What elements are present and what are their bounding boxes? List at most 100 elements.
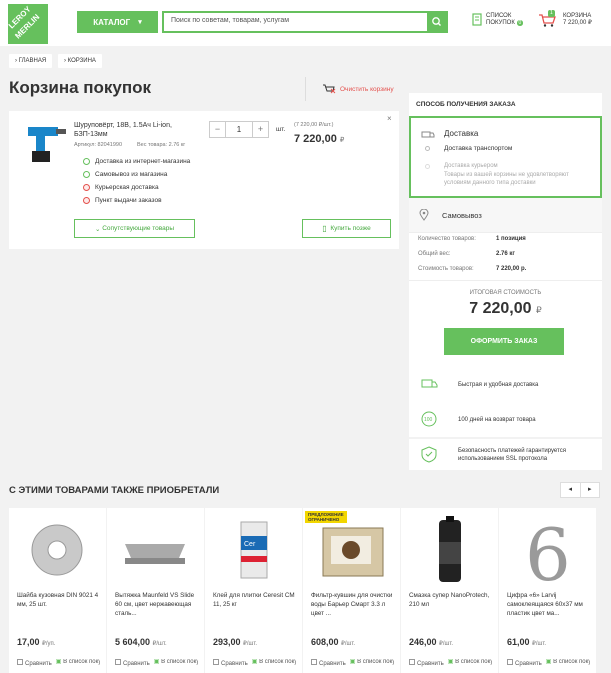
quantity-input[interactable]: 1 <box>226 122 252 137</box>
list-icon: ▣ <box>55 659 62 665</box>
cart-count-badge: 1 <box>548 10 555 17</box>
list-icon: ▣ <box>153 659 160 665</box>
product-name[interactable]: Фильтр-кувшин для очистки воды Барьер См… <box>311 591 395 618</box>
buy-later-button[interactable]: ▯ Купить позже <box>302 219 391 238</box>
header: LEROY MERLIN КАТАЛОГ ▾ Поиск по советам,… <box>0 0 611 46</box>
clipboard-icon: ▯ <box>322 224 327 233</box>
cart-item: Шуруповёрт, 18В, 1.5Ач Li-ion, БЗП-13мм … <box>9 111 399 249</box>
delivery-option[interactable]: Доставка Доставка транспортом Доставка к… <box>409 116 602 198</box>
cart-clear-icon <box>323 84 336 94</box>
compare-checkbox[interactable]: Сравнить <box>17 659 52 667</box>
svg-text:100: 100 <box>424 417 433 423</box>
svg-text:Cer: Cer <box>244 541 256 548</box>
page-title: Корзина покупок <box>9 78 152 97</box>
product-name[interactable]: Цифра «6» Larvij самоклеящаяся 60х37 мм … <box>507 591 591 618</box>
related-products-button[interactable]: ⌄ Сопутствующие товары <box>74 219 195 238</box>
check-icon <box>83 171 90 178</box>
list-icon: ▣ <box>349 659 356 665</box>
clear-cart-button[interactable]: Очистить корзину <box>322 84 394 94</box>
divider <box>305 77 306 101</box>
availability-item: Пункт выдачи заказов <box>83 197 162 204</box>
chevron-right-icon: › <box>15 58 17 64</box>
benefit-item: Быстрая и удобная доставка <box>409 369 602 400</box>
pickup-option[interactable]: Самовывоз <box>409 198 602 233</box>
product-price: 293,00 ₽/шт. <box>213 637 258 647</box>
product-name[interactable]: Вытяжка Maunfeld VS Slide 60 см, цвет не… <box>115 591 199 618</box>
recommendations-heading: С ЭТИМИ ТОВАРАМИ ТАКЖЕ ПРИОБРЕТАЛИ <box>9 485 220 496</box>
product-card[interactable]: Cer Клей для плитки Ceresit CM 11, 25 кг 2… <box>205 508 302 673</box>
compare-checkbox[interactable]: Сравнить <box>213 659 248 667</box>
increase-button[interactable]: + <box>252 122 268 137</box>
product-price: 608,00 ₽/шт. <box>311 637 356 647</box>
product-card[interactable]: Шайба кузовная DIN 9021 4 мм, 25 шт. 17,0… <box>9 508 106 673</box>
minus-icon <box>83 197 90 204</box>
add-to-list-button[interactable]: ▣ В список покупок <box>448 659 492 667</box>
minus-icon <box>83 184 90 191</box>
add-to-list-button[interactable]: ▣ В список покупок <box>546 659 590 667</box>
check-icon <box>83 158 90 165</box>
catalog-button[interactable]: КАТАЛОГ ▾ <box>77 11 158 33</box>
summary-row: Стоимость товаров: 7 220,00 р. <box>418 266 527 272</box>
shield-icon <box>421 446 437 463</box>
summary-row: Общий вес: 2.76 кг <box>418 251 515 257</box>
chevron-right-icon: › <box>64 58 66 64</box>
compare-checkbox[interactable]: Сравнить <box>507 659 542 667</box>
product-price: 246,00 ₽/шт. <box>409 637 454 647</box>
product-name[interactable]: Шуруповёрт, 18В, 1.5Ач Li-ion, БЗП-13мм <box>74 121 194 139</box>
list-count-badge: 0 <box>516 20 524 26</box>
checkout-button[interactable]: ОФОРМИТЬ ЗАКАЗ <box>444 328 564 355</box>
location-pin-icon <box>419 209 429 221</box>
product-name[interactable]: Смазка супер NanoProtech, 210 мл <box>409 591 493 609</box>
compare-checkbox[interactable]: Сравнить <box>409 659 444 667</box>
product-card[interactable]: ПРЕДЛОЖЕНИЕ ОГРАНИЧЕНО Фильтр-кувшин для о… <box>303 508 400 673</box>
product-name[interactable]: Клей для плитки Ceresit CM 11, 25 кг <box>213 591 297 609</box>
sidebar-heading: СПОСОБ ПОЛУЧЕНИЯ ЗАКАЗА <box>416 101 516 108</box>
product-image <box>28 127 66 162</box>
product-image <box>125 544 185 564</box>
chevron-down-icon: ▾ <box>138 19 142 26</box>
compare-checkbox[interactable]: Сравнить <box>311 659 346 667</box>
quantity-stepper: − 1 + <box>209 121 269 138</box>
decrease-button[interactable]: − <box>210 122 226 137</box>
search-input[interactable]: Поиск по советам, товарам, услугам <box>162 11 448 33</box>
truck-icon <box>421 131 435 138</box>
add-to-list-button[interactable]: ▣ В список покупок <box>252 659 296 667</box>
add-to-list-button[interactable]: ▣ В список покупок <box>56 659 100 667</box>
chevron-down-icon: ⌄ <box>94 225 101 233</box>
promo-badge: ПРЕДЛОЖЕНИЕ ОГРАНИЧЕНО <box>305 511 347 523</box>
radio-courier <box>425 164 430 169</box>
radio-transport[interactable] <box>425 146 430 151</box>
search-icon <box>432 17 441 26</box>
breadcrumb-cart[interactable]: › КОРЗИНА <box>58 54 102 68</box>
benefit-item: Безопасность платежей гарантируется испо… <box>409 439 602 470</box>
remove-item-button[interactable]: × <box>387 114 392 123</box>
list-icon <box>472 13 482 26</box>
product-card[interactable]: Смазка супер NanoProtech, 210 мл 246,00 ₽… <box>401 508 498 673</box>
search-button[interactable] <box>427 13 446 31</box>
availability-item: Доставка из интернет-магазина <box>83 158 190 165</box>
product-price: 61,00 ₽/шт. <box>507 637 547 647</box>
carousel-prev-button[interactable]: ◂ <box>561 483 581 497</box>
product-image <box>439 516 461 582</box>
product-article: Артикул: 82041990 <box>74 142 123 148</box>
breadcrumb-home[interactable]: › ГЛАВНАЯ <box>9 54 53 68</box>
product-image <box>322 527 384 577</box>
leroy-merlin-logo[interactable]: LEROY MERLIN <box>8 4 48 44</box>
add-to-list-button[interactable]: ▣ В список покупок <box>350 659 394 667</box>
truck-icon <box>421 379 438 388</box>
product-card[interactable]: 6 Цифра «6» Larvij самоклеящаяся 60х37 мм… <box>499 508 596 673</box>
unit-label: шт. <box>276 126 286 133</box>
availability-item: Курьерская доставка <box>83 184 159 191</box>
return-100-icon: 100 <box>421 411 437 427</box>
product-name[interactable]: Шайба кузовная DIN 9021 4 мм, 25 шт. <box>17 591 101 609</box>
unit-price: (7 220,00 ₽/шт.) <box>294 122 334 128</box>
item-total: 7 220,00 ₽ <box>294 133 345 145</box>
product-image: Cer <box>240 521 268 579</box>
compare-checkbox[interactable]: Сравнить <box>115 659 150 667</box>
product-weight: Вес товара: 2.76 кг <box>137 142 186 148</box>
carousel-controls: ◂ ▸ <box>560 482 600 498</box>
product-card[interactable]: Вытяжка Maunfeld VS Slide 60 см, цвет не… <box>107 508 204 673</box>
carousel-next-button[interactable]: ▸ <box>581 483 600 497</box>
availability-item: Самовывоз из магазина <box>83 171 167 178</box>
add-to-list-button[interactable]: ▣ В список покупок <box>154 659 198 667</box>
